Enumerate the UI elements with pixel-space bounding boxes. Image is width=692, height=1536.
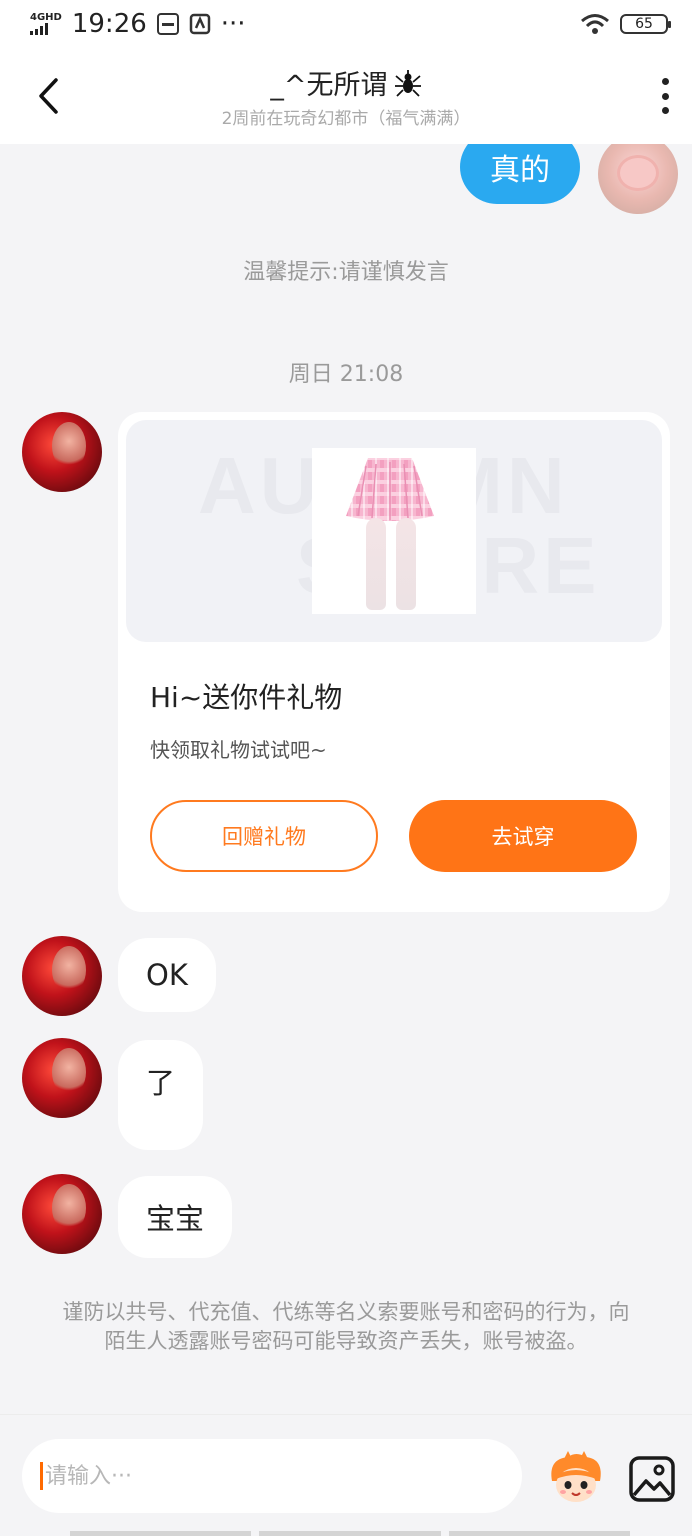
incoming-message-bubble[interactable]: 宝宝 xyxy=(118,1176,233,1258)
pink-plaid-skirt xyxy=(346,458,434,521)
contact-avatar[interactable] xyxy=(22,1038,102,1118)
status-bar: 4GHD 19:26 ··· 65 xyxy=(0,0,692,48)
image-icon[interactable] xyxy=(628,1455,676,1503)
safety-tip: 温馨提示:请谨慎发言 xyxy=(243,260,449,285)
chat-message-list[interactable]: 真的 温馨提示:请谨慎发言 周日 21:08 AUTUMN SCORE xyxy=(0,144,692,1414)
back-button[interactable] xyxy=(36,76,72,116)
spider-icon xyxy=(394,69,421,97)
more-options-button[interactable] xyxy=(658,78,672,114)
contact-avatar[interactable] xyxy=(22,412,102,492)
gift-card[interactable]: AUTUMN SCORE H xyxy=(118,412,670,912)
skirt-photo xyxy=(312,448,476,614)
text-caret xyxy=(40,1462,43,1490)
legs xyxy=(366,518,418,610)
battery-icon: 65 xyxy=(620,14,671,34)
contact-name-row[interactable]: _^无所谓 xyxy=(222,63,471,102)
status-more: ··· xyxy=(220,9,246,39)
contact-name: _^无所谓 xyxy=(270,70,388,101)
return-gift-button[interactable]: 回赠礼物 xyxy=(150,800,378,872)
sim-card-icon xyxy=(156,13,179,35)
gift-card-subtitle: 快领取礼物试试吧~ xyxy=(150,738,327,762)
input-bar xyxy=(0,1414,692,1536)
message-input[interactable] xyxy=(45,1463,465,1489)
security-warning: 谨防以共号、代充值、代练等名义索要账号和密码的行为，向陌生人透露账号密码可能导致… xyxy=(62,1300,630,1353)
back-arrow-icon xyxy=(39,78,58,114)
outgoing-message-bubble[interactable]: 真的 xyxy=(460,144,580,204)
status-time: 19:26 xyxy=(71,9,147,39)
mascot-emoji-icon[interactable] xyxy=(546,1451,606,1505)
chat-header: _^无所谓 2周前在玩奇幻都市（福气满满） xyxy=(0,48,692,144)
contact-status: 2周前在玩奇幻都市（福气满满） xyxy=(221,109,471,129)
gesture-bar xyxy=(70,1531,630,1536)
incoming-message-bubble[interactable]: OK xyxy=(118,938,216,1012)
screenshot-icon xyxy=(189,13,211,35)
message-input-container[interactable] xyxy=(22,1439,522,1513)
message-timestamp: 周日 21:08 xyxy=(288,362,404,387)
my-avatar[interactable] xyxy=(598,144,678,214)
incoming-message-bubble[interactable]: 了 xyxy=(118,1040,204,1150)
gift-image[interactable]: AUTUMN SCORE xyxy=(126,420,662,642)
gift-card-title: Hi~送你件礼物 xyxy=(150,681,343,714)
contact-avatar[interactable] xyxy=(22,936,102,1016)
cellular-signal-icon: 4GHD xyxy=(30,13,62,35)
try-on-button[interactable]: 去试穿 xyxy=(409,800,637,872)
more-vertical-icon xyxy=(661,78,669,85)
contact-avatar[interactable] xyxy=(22,1174,102,1254)
wifi-icon xyxy=(581,14,609,34)
